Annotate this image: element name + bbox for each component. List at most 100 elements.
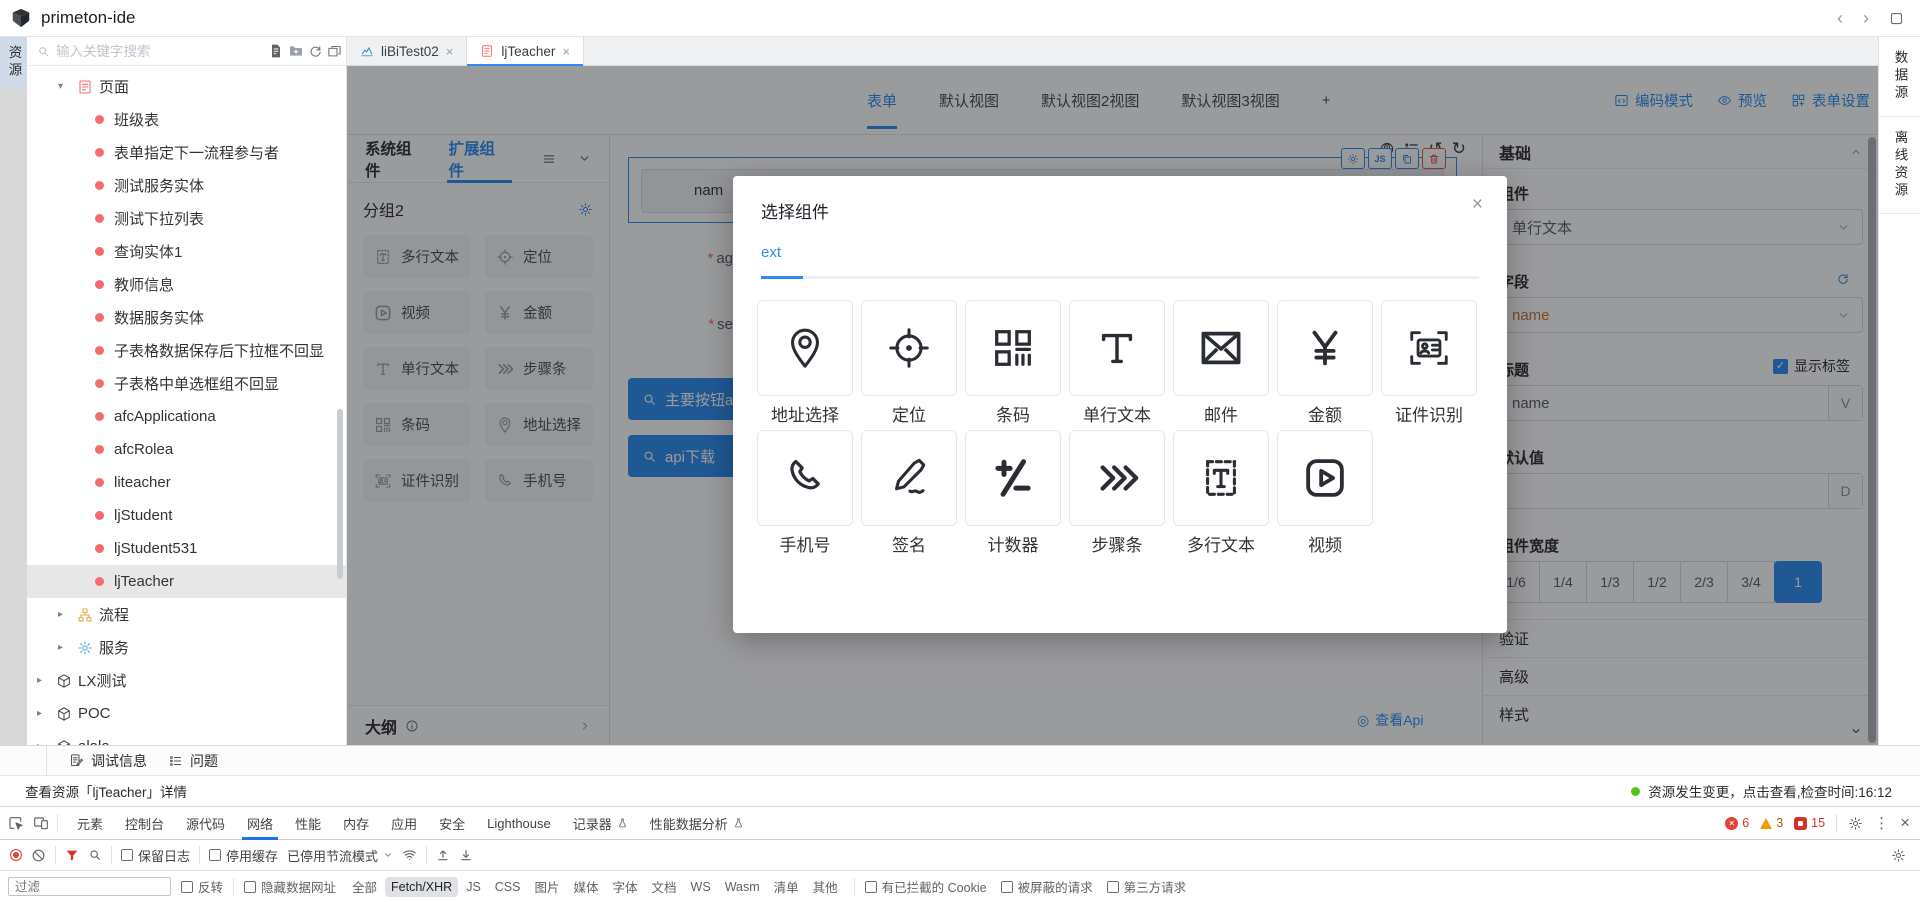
tree-scrollbar[interactable] — [337, 409, 343, 579]
component-card-address[interactable]: 地址选择 — [757, 300, 853, 426]
tree-item-page[interactable]: liteacher — [27, 466, 347, 499]
clear-network-icon[interactable] — [31, 848, 46, 863]
tree-item-flow[interactable]: ▸ 流程 — [27, 598, 347, 631]
inspect-element-icon[interactable] — [8, 815, 24, 831]
tree-item-poc[interactable]: ▸ POC — [27, 697, 347, 730]
modal-tab-ext[interactable]: ext — [761, 244, 781, 261]
devtools-tab[interactable]: Lighthouse — [476, 807, 562, 840]
nav-forward-icon[interactable]: › — [1863, 8, 1869, 29]
device-toolbar-icon[interactable] — [33, 815, 49, 831]
caret-right-icon[interactable]: ▸ — [37, 708, 50, 719]
window-restore-icon[interactable] — [1889, 11, 1904, 26]
request-type-chip[interactable]: 字体 — [607, 874, 644, 899]
component-card-counter[interactable]: 计数器 — [965, 430, 1061, 556]
request-type-chip[interactable]: 全部 — [346, 874, 383, 899]
network-settings-gear-icon[interactable] — [1891, 848, 1906, 863]
search-network-icon[interactable] — [88, 848, 102, 862]
request-type-chip[interactable]: 媒体 — [568, 874, 605, 899]
tree-item-page[interactable]: ljStudent531 — [27, 532, 347, 565]
tree-item-page[interactable]: 测试服务实体 — [27, 169, 347, 202]
tree-item-service[interactable]: ▸ 服务 — [27, 631, 347, 664]
filter-checkbox[interactable]: 第三方请求 — [1107, 877, 1187, 896]
component-card-video[interactable]: 视频 — [1277, 430, 1373, 556]
resource-detail-link[interactable]: 查看资源「ljTeacher」详情 — [25, 781, 187, 801]
right-strip-tab[interactable]: 数据源 — [1879, 37, 1920, 117]
devtools-tab[interactable]: 记录器 — [562, 807, 639, 840]
request-type-chip[interactable]: CSS — [489, 877, 527, 897]
preserve-log-checkbox[interactable]: 保留日志 — [121, 846, 190, 865]
request-type-chip[interactable]: Wasm — [719, 877, 766, 897]
filter-checkbox[interactable]: 被屏蔽的请求 — [1001, 877, 1093, 896]
component-card-mail[interactable]: 邮件 — [1173, 300, 1269, 426]
disable-cache-checkbox[interactable]: 停用缓存 — [209, 846, 278, 865]
devtools-tab[interactable]: 控制台 — [114, 807, 175, 840]
import-resource-icon[interactable] — [268, 43, 284, 59]
tree-item-page[interactable]: 班级表 — [27, 103, 347, 136]
editor-tab-ljteacher[interactable]: ljTeacher × — [467, 37, 584, 65]
component-card-steps[interactable]: 步骤条 — [1069, 430, 1165, 556]
tree-item-page[interactable]: 子表格数据保存后下拉框不回显 — [27, 334, 347, 367]
console-warnings-badge[interactable]: 3 — [1760, 816, 1783, 830]
issues-badge[interactable]: 15 — [1794, 816, 1825, 830]
tree-item-page[interactable]: afcRolea — [27, 433, 347, 466]
request-type-chip[interactable]: 其他 — [807, 874, 844, 899]
console-errors-badge[interactable]: ✕ 6 — [1725, 816, 1749, 830]
tree-item-page[interactable]: afcApplicationa — [27, 400, 347, 433]
throttling-select[interactable]: 已停用节流模式 — [287, 846, 393, 865]
devtools-tab[interactable]: 元素 — [66, 807, 114, 840]
devtools-tab[interactable]: 内存 — [332, 807, 380, 840]
import-har-icon[interactable] — [436, 848, 450, 862]
nav-back-icon[interactable]: ‹ — [1837, 8, 1843, 29]
devtools-tab[interactable]: 安全 — [428, 807, 476, 840]
devtools-close-icon[interactable]: × — [1900, 813, 1910, 833]
caret-right-icon[interactable]: ▸ — [58, 609, 71, 620]
devtools-tab[interactable]: 性能数据分析 — [639, 807, 755, 840]
filter-checkbox[interactable]: 有已拦截的 Cookie — [865, 877, 987, 896]
kebab-menu-icon[interactable]: ⋮ — [1874, 814, 1889, 832]
caret-right-icon[interactable]: ▸ — [37, 675, 50, 686]
component-card-text[interactable]: 单行文本 — [1069, 300, 1165, 426]
close-tab-icon[interactable]: × — [446, 44, 454, 59]
component-card-phone[interactable]: 手机号 — [757, 430, 853, 556]
modal-close-icon[interactable]: × — [1472, 194, 1483, 216]
tree-item-page[interactable]: ljStudent — [27, 499, 347, 532]
caret-down-icon[interactable]: ▾ — [58, 81, 71, 92]
devtools-tab[interactable]: 应用 — [380, 807, 428, 840]
network-conditions-wifi-icon[interactable] — [402, 848, 417, 863]
request-type-chip[interactable]: 清单 — [768, 874, 805, 899]
devtools-settings-gear-icon[interactable] — [1848, 816, 1863, 831]
right-strip-tab[interactable]: 离线资源 — [1879, 117, 1920, 214]
tree-item-page[interactable]: 表单指定下一流程参与者 — [27, 136, 347, 169]
close-tab-icon[interactable]: × — [562, 44, 570, 59]
search-input[interactable] — [56, 44, 262, 59]
component-card-locate[interactable]: 定位 — [861, 300, 957, 426]
tree-item-page[interactable]: 教师信息 — [27, 268, 347, 301]
tree-item-page[interactable]: 子表格中单选框组不回显 — [27, 367, 347, 400]
component-card-signature[interactable]: 签名 — [861, 430, 957, 556]
tree-item-page[interactable]: ljTeacher — [27, 565, 347, 598]
record-network-icon[interactable] — [10, 849, 22, 861]
network-filter-input[interactable] — [8, 877, 171, 896]
tree-item-page[interactable]: 查询实体1 — [27, 235, 347, 268]
request-type-chip[interactable]: 图片 — [528, 874, 565, 899]
component-card-amount[interactable]: 金额 — [1277, 300, 1373, 426]
debug-info-tab[interactable]: 调试信息 — [69, 751, 147, 771]
request-type-chip[interactable]: Fetch/XHR — [385, 877, 458, 897]
request-type-chip[interactable]: 文档 — [646, 874, 683, 899]
tree-item-page[interactable]: 测试下拉列表 — [27, 202, 347, 235]
devtools-tab[interactable]: 源代码 — [175, 807, 236, 840]
component-card-textarea[interactable]: 多行文本 — [1173, 430, 1269, 556]
export-har-icon[interactable] — [459, 848, 473, 862]
refresh-tree-icon[interactable] — [308, 44, 323, 59]
tree-item-page[interactable]: 数据服务实体 — [27, 301, 347, 334]
filter-funnel-icon[interactable] — [65, 848, 79, 862]
editor-tab-libitest02[interactable]: liBiTest02 × — [347, 37, 467, 65]
tree-item-pages-folder[interactable]: ▾ 页面 — [27, 70, 347, 103]
request-type-chip[interactable]: JS — [460, 877, 487, 897]
collapse-all-icon[interactable] — [327, 44, 342, 59]
hide-data-urls-checkbox[interactable]: 隐藏数据网址 — [244, 877, 336, 896]
activity-tab-resources[interactable]: 资源 — [0, 37, 27, 88]
new-folder-icon[interactable] — [288, 43, 304, 59]
invert-checkbox[interactable]: 反转 — [181, 877, 223, 896]
issues-tab[interactable]: 问题 — [169, 751, 218, 771]
